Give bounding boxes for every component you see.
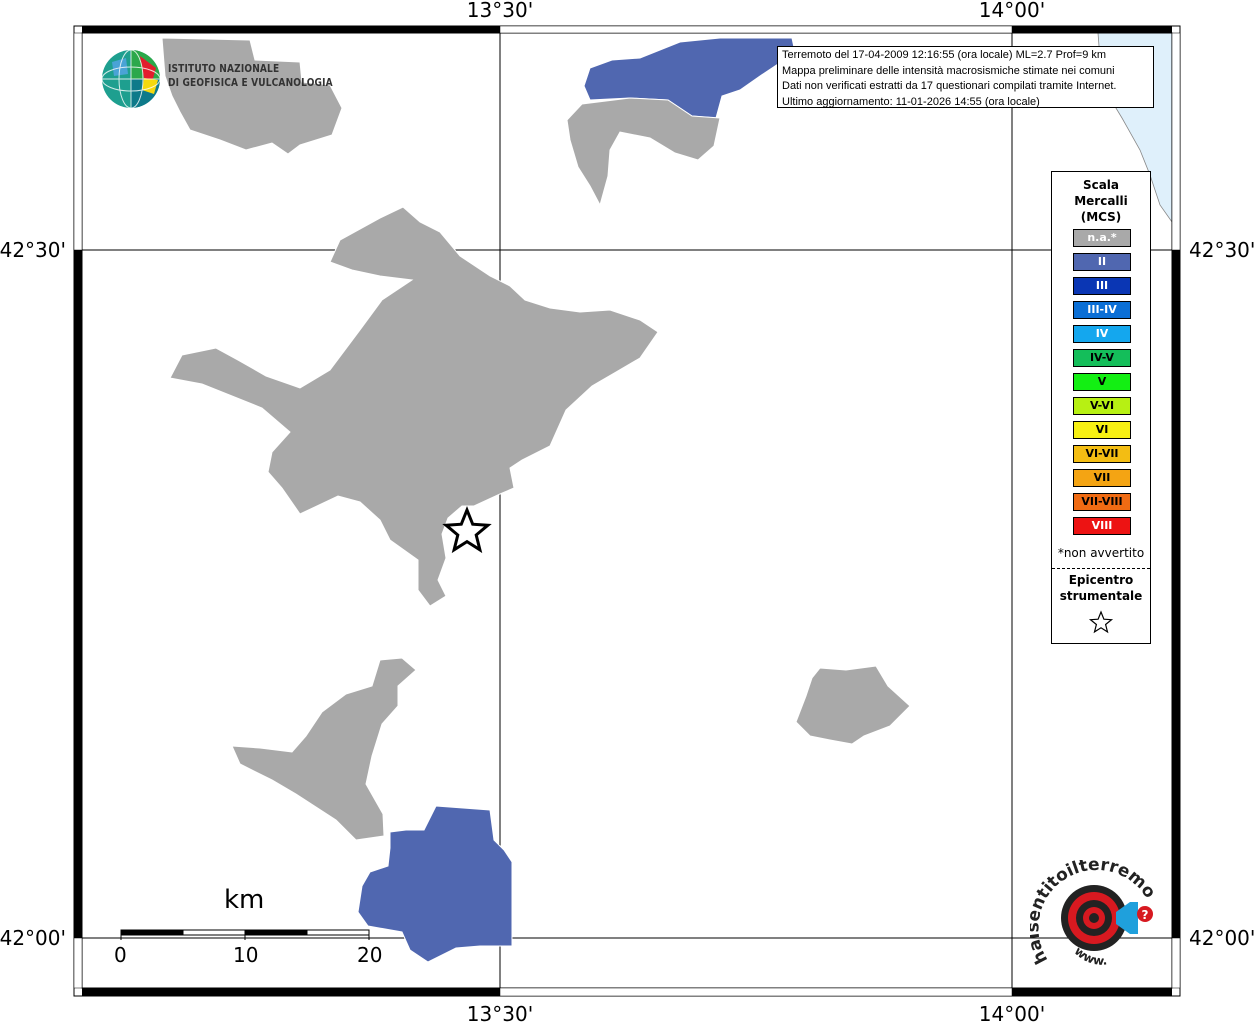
legend-star-icon [1088, 610, 1114, 634]
ingv-logo [100, 48, 162, 114]
legend-title-line3: (MCS) [1080, 210, 1122, 224]
legend-epicentre-line1: Epicentro [1068, 573, 1134, 587]
legend-item: III-IV [1073, 301, 1131, 319]
legend-item: VI-VII [1073, 445, 1131, 463]
legend-item: II [1073, 253, 1131, 271]
map-frame [73, 25, 1181, 997]
legend-epicentre-line2: strumentale [1059, 589, 1143, 603]
legend-title-line2: Mercalli [1074, 194, 1128, 208]
scale-tick-10: 10 [233, 943, 259, 967]
grid-lines [82, 33, 1172, 988]
lat-label-left-2: 42°00' [0, 926, 66, 950]
legend-item: VII-VIII [1073, 493, 1131, 511]
lon-label-top-2: 14°00' [979, 0, 1045, 22]
event-info-line2: Mappa preliminare delle intensità macros… [782, 64, 1115, 77]
legend-item: IV-V [1073, 349, 1131, 367]
legend-item: III [1073, 277, 1131, 295]
event-info-line1: Terremoto del 17-04-2009 12:16:55 (ora l… [782, 49, 1107, 61]
legend-item: VII [1073, 469, 1131, 487]
legend-item: VIII [1073, 517, 1131, 535]
legend-title: Scala Mercalli (MCS) [1052, 177, 1150, 225]
lat-label-right-2: 42°00' [1189, 926, 1254, 950]
ingv-name-line2: DI GEOFISICA E VULCANOLOGIA [168, 76, 333, 89]
intensity-legend: Scala Mercalli (MCS) n.a.* II III III-IV IV I… [1051, 171, 1151, 644]
comune-na-north-west [161, 37, 343, 155]
hsit-logo: haisentitoilterremoto.it www. ? [1023, 845, 1160, 979]
scale-tick-0: 0 [114, 943, 127, 967]
event-info-line4: Ultimo aggiornamento: 11-01-2026 14:55 (… [782, 95, 1040, 108]
ingv-name-line1: ISTITUTO NAZIONALE [168, 62, 280, 75]
legend-item: V [1073, 373, 1131, 391]
legend-separator [1052, 568, 1150, 569]
legend-item: V-VI [1073, 397, 1131, 415]
comune-na-south-west [231, 657, 417, 841]
lon-label-bottom-2: 14°00' [979, 1002, 1045, 1024]
svg-text:?: ? [1142, 908, 1149, 922]
lat-label-left-1: 42°30' [0, 238, 66, 262]
lon-label-top-1: 13°30' [467, 0, 533, 22]
comuni-polygons [161, 37, 911, 963]
event-info-line3: Dati non verificati estratti da 17 quest… [782, 80, 1117, 92]
epicentre-star [442, 505, 492, 554]
event-info-box: Terremoto del 17-04-2009 12:16:55 (ora l… [777, 46, 1154, 108]
legend-note: *non avvertito [1057, 546, 1145, 560]
ingv-name: ISTITUTO NAZIONALE DI GEOFISICA E VULCAN… [168, 62, 333, 90]
scale-tick-20: 20 [357, 943, 383, 967]
scale-unit-label: km [224, 885, 265, 915]
legend-item: IV [1073, 325, 1131, 343]
lon-label-bottom-1: 13°30' [467, 1002, 533, 1024]
lat-label-right-1: 42°30' [1189, 238, 1254, 262]
legend-item: n.a.* [1073, 229, 1131, 247]
comune-na-east [795, 665, 911, 745]
comune-na-central [169, 206, 659, 607]
legend-title-line1: Scala [1082, 178, 1120, 192]
ingv-globe-icon [101, 49, 161, 109]
legend-item: VI [1073, 421, 1131, 439]
legend-epicentre-label: Epicentro strumentale [1052, 572, 1150, 604]
